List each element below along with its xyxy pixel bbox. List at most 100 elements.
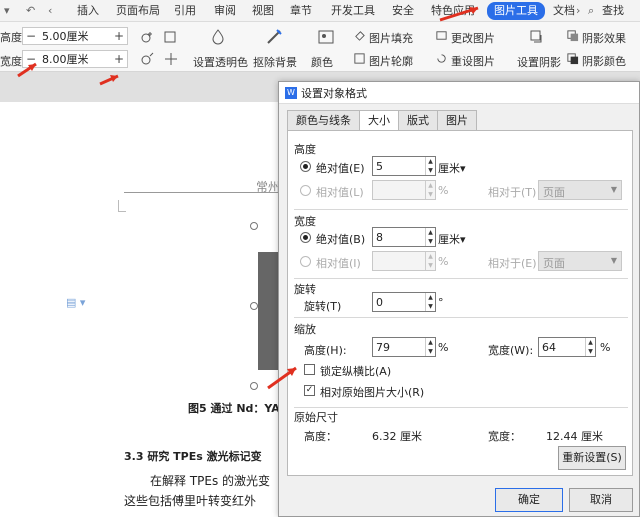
relative-height-spin-arrows[interactable]: ▲ ▼ (425, 181, 435, 199)
scale-height-spin-arrows[interactable]: ▲ ▼ (425, 338, 435, 356)
tab-picture[interactable]: 图片 (437, 110, 477, 130)
absolute-width-input[interactable]: 8 ▲ ▼ (372, 227, 436, 247)
absolute-width-radio[interactable] (300, 232, 311, 243)
tab-layout[interactable]: 版式 (398, 110, 438, 130)
absolute-height-input[interactable]: 5 ▲ ▼ (372, 156, 436, 176)
picture-tools-ribbon: 高度: − 5.00厘米 + 宽度: − 8.00厘米 + 设置透明色 抠除背景… (0, 22, 640, 72)
relative-height-input[interactable]: ▲ ▼ (372, 180, 436, 200)
divider (294, 317, 628, 318)
height-value[interactable]: 5.00厘米 (39, 28, 111, 44)
image-handle-middle[interactable] (250, 302, 258, 310)
dialog-tabs: 颜色与线条 大小 版式 图片 (287, 110, 477, 131)
scale-height-value[interactable]: 79 (376, 341, 390, 354)
transparent-color-icon[interactable] (208, 27, 228, 47)
color-icon[interactable] (316, 27, 336, 47)
scale-width-value[interactable]: 64 (542, 341, 556, 354)
tab-page-layout[interactable]: 页面布局 (116, 3, 160, 19)
ok-button[interactable]: 确定 (495, 488, 563, 512)
color-label[interactable]: 颜色 (311, 54, 333, 70)
absolute-height-value[interactable]: 5 (376, 160, 383, 173)
relative-width-radio[interactable] (300, 256, 311, 267)
tab-developer[interactable]: 开发工具 (331, 3, 375, 19)
height-stepper[interactable]: − 5.00厘米 + (22, 27, 128, 45)
reset-button[interactable]: 重新设置(S) (558, 446, 626, 470)
tab-references[interactable]: 引用 (174, 3, 196, 19)
tab-document[interactable]: 文档 (553, 3, 575, 19)
search-icon[interactable]: ⌕ (588, 3, 594, 19)
width-minus-button[interactable]: − (23, 52, 39, 66)
cancel-button[interactable]: 取消 (569, 488, 633, 512)
dropdown-icon[interactable]: ▾ (4, 3, 10, 19)
lock-aspect-ratio-label[interactable]: 锁定纵横比(A) (320, 363, 391, 379)
rotate-input[interactable]: 0 ▲ ▼ (372, 292, 436, 312)
set-transparent-label[interactable]: 设置透明色 (193, 54, 248, 70)
scale-width-spin-arrows[interactable]: ▲ ▼ (585, 338, 595, 356)
relative-width-input[interactable]: ▲ ▼ (372, 251, 436, 271)
picture-outline-label[interactable]: 图片轮廓 (369, 53, 413, 69)
add-shape-icon[interactable] (162, 28, 180, 46)
width-value[interactable]: 8.00厘米 (39, 51, 111, 67)
relative-original-checkbox[interactable]: ✓ (304, 385, 315, 396)
picture-fill-label[interactable]: 图片填充 (369, 30, 413, 46)
scale-width-percent: % (600, 341, 611, 354)
rotate-value[interactable]: 0 (376, 296, 383, 309)
fill-icon[interactable] (353, 29, 366, 42)
tab-size[interactable]: 大小 (359, 110, 399, 131)
reset-picture-label[interactable]: 重设图片 (451, 53, 495, 69)
image-handle-top[interactable] (250, 222, 258, 230)
height-plus-button[interactable]: + (111, 29, 127, 43)
tab-review[interactable]: 审阅 (214, 3, 236, 19)
selected-image[interactable] (258, 252, 278, 370)
scale-width-input[interactable]: 64 ▲ ▼ (538, 337, 596, 357)
tab-security[interactable]: 安全 (392, 3, 414, 19)
compress-icon[interactable] (162, 50, 180, 68)
scale-height-input[interactable]: 79 ▲ ▼ (372, 337, 436, 357)
tab-special-apps[interactable]: 特色应用 (431, 3, 475, 19)
outline-icon[interactable] (353, 52, 366, 65)
shadow-icon[interactable] (527, 27, 547, 47)
tab-chapter[interactable]: 章节 (290, 3, 312, 19)
tab-view[interactable]: 视图 (252, 3, 274, 19)
remove-background-label[interactable]: 抠除背景 (253, 54, 297, 70)
remove-background-icon[interactable] (264, 27, 284, 47)
dialog-titlebar: W 设置对象格式 (279, 82, 639, 104)
change-picture-label[interactable]: 更改图片 (451, 30, 495, 46)
rotate-section-title: 旋转 (294, 283, 316, 296)
absolute-height-radio[interactable] (300, 161, 311, 172)
set-shadow-label[interactable]: 设置阴影 (517, 54, 561, 70)
rotate-spin-arrows[interactable]: ▲ ▼ (425, 293, 435, 311)
shadow-effect-icon[interactable] (566, 29, 579, 42)
figure-caption: 图5 通过 Nd：YA (188, 402, 280, 415)
change-picture-icon[interactable] (435, 29, 448, 42)
original-size-section-title: 原始尺寸 (294, 411, 338, 424)
crop-icon[interactable] (138, 28, 156, 46)
chevron-left-icon[interactable]: ‹ (48, 3, 52, 19)
tab-picture-tools[interactable]: 图片工具 (487, 2, 545, 20)
absolute-width-value[interactable]: 8 (376, 231, 383, 244)
tab-colors-lines[interactable]: 颜色与线条 (287, 110, 360, 130)
relative-to-width-select[interactable]: 页面 ▼ (538, 251, 622, 271)
search-label[interactable]: 查找 (602, 3, 624, 19)
width-spin-arrows[interactable]: ▲ ▼ (425, 228, 435, 246)
relative-original-label[interactable]: 相对原始图片大小(R) (320, 384, 424, 400)
undo-icon[interactable]: ↶ (26, 3, 35, 19)
height-spin-arrows[interactable]: ▲ ▼ (425, 157, 435, 175)
lock-aspect-ratio-checkbox[interactable] (304, 364, 315, 375)
height-minus-button[interactable]: − (23, 29, 39, 43)
tab-insert[interactable]: 插入 (77, 3, 99, 19)
chevron-right-icon[interactable]: › (576, 3, 580, 19)
divider (294, 278, 628, 279)
menu-tab-bar: ▾ ↶ ‹ 插入 页面布局 引用 审阅 视图 章节 开发工具 安全 特色应用 图… (0, 0, 640, 22)
shadow-color-icon[interactable] (566, 52, 579, 65)
shadow-color-label[interactable]: 阴影颜色 (582, 53, 626, 69)
rotate-icon[interactable] (138, 50, 156, 68)
relative-width-spin-arrows[interactable]: ▲ ▼ (425, 252, 435, 270)
document-icon[interactable]: ▤ ▾ (66, 296, 85, 309)
width-plus-button[interactable]: + (111, 52, 127, 66)
relative-to-height-select[interactable]: 页面 ▼ (538, 180, 622, 200)
shadow-effect-label[interactable]: 阴影效果 (582, 30, 626, 46)
relative-height-radio[interactable] (300, 185, 311, 196)
reset-picture-icon[interactable] (435, 52, 448, 65)
width-stepper[interactable]: − 8.00厘米 + (22, 50, 128, 68)
image-handle-bottom[interactable] (250, 382, 258, 390)
